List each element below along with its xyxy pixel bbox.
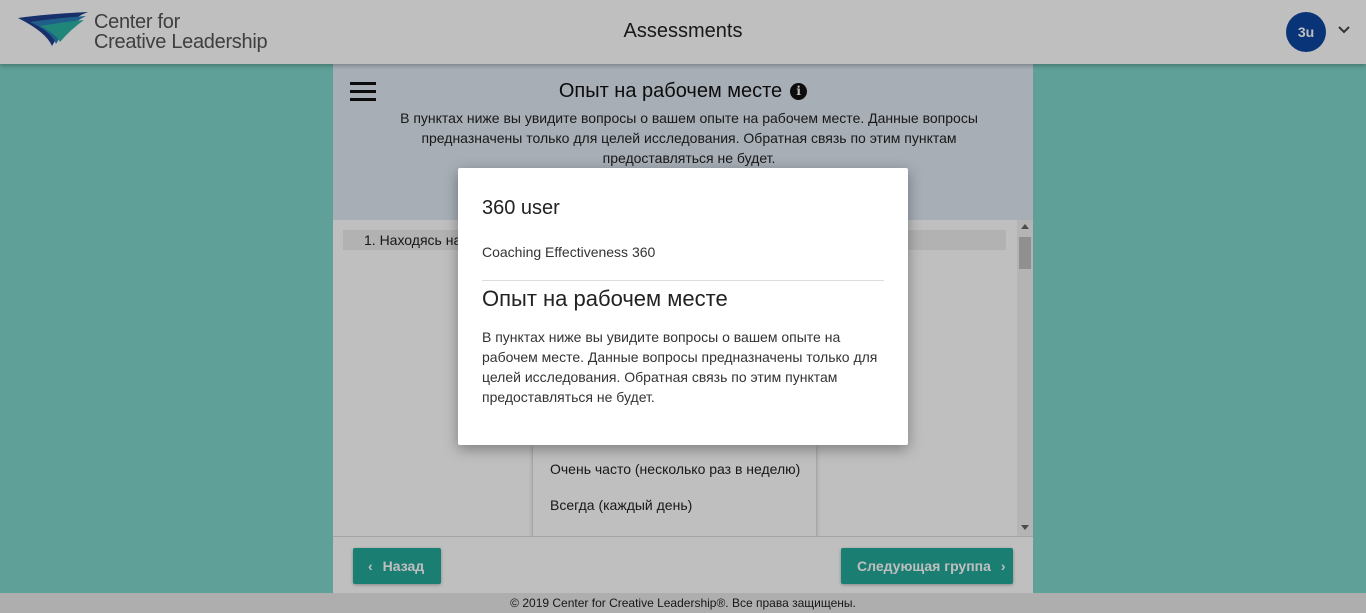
modal-user-name: 360 user [482, 197, 560, 219]
modal-divider [482, 280, 884, 281]
section-info-modal: 360 user Coaching Effectiveness 360 Опыт… [458, 168, 908, 445]
modal-section-title: Опыт на рабочем месте [482, 286, 728, 311]
modal-section-description: В пунктах ниже вы увидите вопросы о ваше… [482, 329, 878, 405]
modal-assessment-name: Coaching Effectiveness 360 [482, 244, 656, 260]
